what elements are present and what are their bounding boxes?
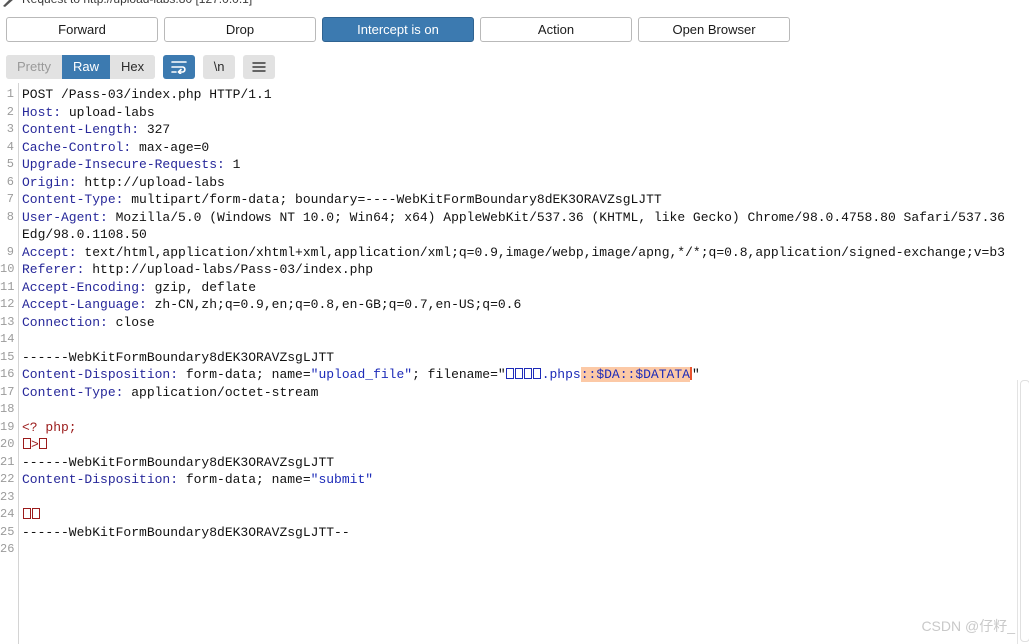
line-19-text: <? php; — [22, 419, 77, 435]
tab-pretty[interactable]: Pretty — [6, 54, 62, 79]
line-3-key: Content-Length: — [22, 122, 140, 137]
raw-request-editor[interactable]: 1 POST /Pass-03/index.php HTTP/1.1 2 Host:… — [0, 83, 1029, 644]
tab-hex[interactable]: Hex — [109, 54, 156, 79]
view-mode-segmented: Pretty Raw Hex — [6, 54, 156, 79]
line-17-value: application/octet-stream — [123, 384, 319, 400]
line-3-value: 327 — [139, 122, 171, 137]
line-8-value-wrapped: Edg/98.0.1108.50 — [22, 227, 147, 242]
line-9-key: Accept: — [22, 244, 77, 260]
window-titlebar: Request to http://upload-labs:80 [127.0.… — [0, 0, 1029, 9]
message-view-bar: Pretty Raw Hex \n — [0, 50, 1029, 83]
line-2-key: Host: — [22, 104, 62, 120]
line-4-value: max-age=0 — [131, 139, 210, 155]
gutter-divider — [18, 83, 19, 644]
line-16-b: ; filename=" — [412, 367, 506, 382]
scrollbar-thumb[interactable] — [1020, 380, 1029, 642]
open-browser-button[interactable]: Open Browser — [638, 17, 790, 42]
csdn-watermark: CSDN @仔籽_ — [921, 618, 1015, 634]
line-11-value: gzip, deflate — [146, 279, 257, 295]
line-8-key: User-Agent: — [22, 209, 108, 225]
line-17-key: Content-Type: — [22, 384, 124, 400]
line-16-extension: .phps — [541, 367, 581, 382]
line-16-field-name: "upload_file" — [310, 367, 413, 382]
line-9-value: text/html,application/xhtml+xml,applicat… — [76, 244, 1005, 260]
line-25-text: ------WebKitFormBoundary8dEK3ORAVZsgLJTT… — [22, 524, 350, 540]
line-6-value: http://upload-labs — [76, 174, 225, 190]
line-22-field-name: "submit" — [310, 472, 374, 487]
line-20-gt: > — [31, 437, 39, 452]
line-15-text: ------WebKitFormBoundary8dEK3ORAVZsgLJTT — [22, 349, 335, 365]
word-wrap-glyph — [171, 60, 187, 74]
line-16-selected-payload[interactable]: ::$DA::$DATATA — [580, 367, 690, 382]
line-10-value: http://upload-labs/Pass-03/index.php — [84, 262, 374, 277]
line-21-text: ------WebKitFormBoundary8dEK3ORAVZsgLJTT — [22, 454, 335, 470]
line-12-key: Accept-Language: — [22, 297, 147, 312]
tab-raw[interactable]: Raw — [61, 54, 110, 79]
action-button[interactable]: Action — [480, 17, 632, 42]
line-12-value: zh-CN,zh;q=0.9,en;q=0.8,en-GB;q=0.7,en-U… — [146, 297, 522, 312]
line-13-value: close — [107, 314, 155, 330]
window-title: Request to http://upload-labs:80 [127.0.… — [22, 0, 252, 6]
newline-label: \n — [213, 59, 225, 74]
show-newlines-icon[interactable]: \n — [203, 54, 236, 79]
request-arrow-icon — [3, 0, 13, 7]
line-24-text — [22, 507, 40, 522]
line-11-key: Accept-Encoding: — [22, 279, 147, 295]
drop-button[interactable]: Drop — [164, 17, 316, 42]
line-5-key: Upgrade-Insecure-Requests: — [22, 157, 225, 172]
line-16-key: Content-Disposition: — [22, 367, 179, 382]
forward-button[interactable]: Forward — [6, 17, 158, 42]
line-7-value: multipart/form-data; boundary=----WebKit… — [123, 192, 662, 207]
burp-intercept-window: Request to http://upload-labs:80 [127.0.… — [0, 0, 1029, 644]
intercept-toolbar: Forward Drop Intercept is on Action Open… — [0, 9, 1029, 50]
menu-icon[interactable] — [243, 54, 276, 79]
intercept-toggle-button[interactable]: Intercept is on — [322, 17, 474, 42]
line-13-key: Connection: — [22, 314, 108, 330]
line-7-key: Content-Type: — [22, 192, 124, 207]
word-wrap-icon[interactable] — [163, 54, 196, 79]
line-2-value: upload-labs — [61, 104, 155, 120]
line-4-key: Cache-Control: — [22, 139, 132, 155]
line-8-value: Mozilla/5.0 (Windows NT 10.0; Win64; x64… — [107, 209, 1005, 225]
line-16-a: form-data; name= — [178, 367, 311, 382]
line-16-filename-cjk — [506, 367, 542, 382]
line-22-a: form-data; name= — [178, 472, 311, 487]
line-20-text: > — [22, 437, 48, 452]
line-6-key: Origin: — [22, 174, 77, 190]
line-22-key: Content-Disposition: — [22, 472, 179, 487]
hamburger-glyph — [252, 61, 266, 72]
line-5-value: 1 — [224, 157, 241, 172]
line-1-text: POST /Pass-03/index.php HTTP/1.1 — [22, 87, 272, 102]
editor-vertical-scrollbar[interactable] — [1017, 380, 1029, 644]
line-16-c: " — [691, 367, 700, 382]
line-10-key: Referer: — [22, 262, 85, 277]
